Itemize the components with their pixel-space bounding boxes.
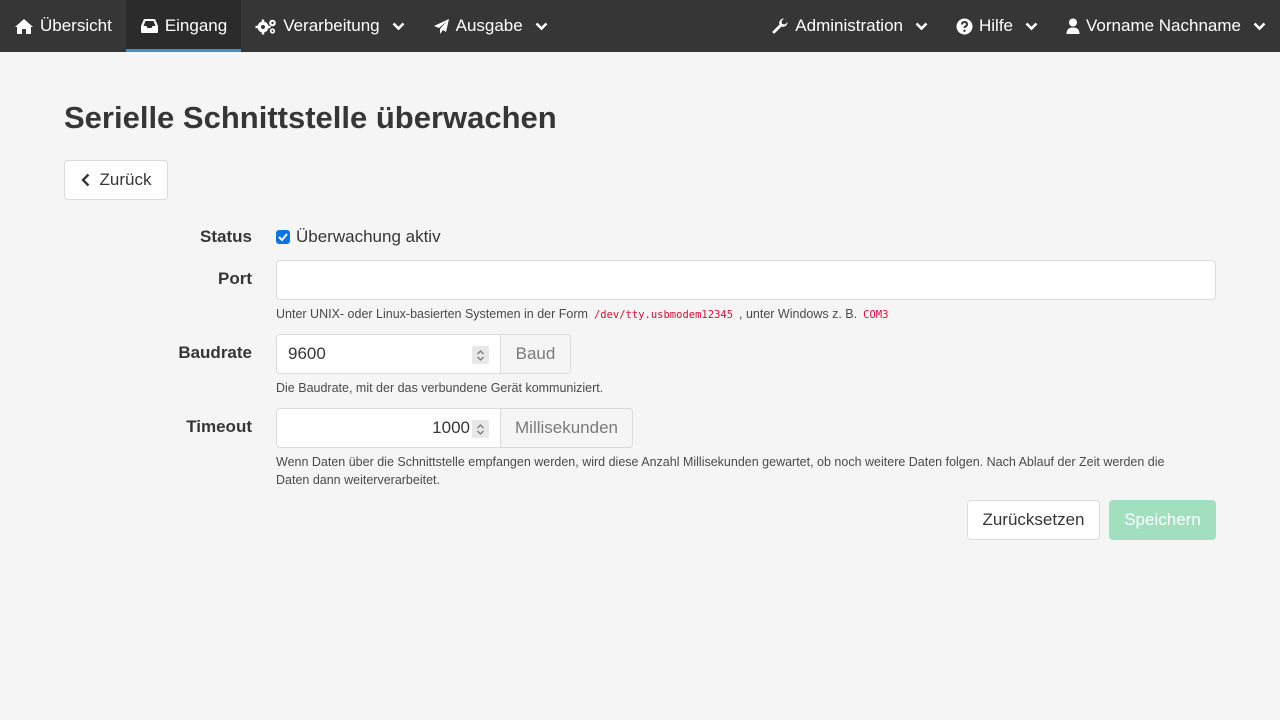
port-help-code-windows: COM3 — [863, 309, 889, 321]
back-button-label: Zurück — [99, 170, 152, 189]
baudrate-label: Baudrate — [178, 343, 252, 362]
home-icon — [15, 18, 33, 34]
nav-item-help[interactable]: Hilfe — [942, 0, 1052, 52]
nav-item-user[interactable]: Vorname Nachname — [1052, 0, 1280, 52]
chevron-down-icon — [1253, 22, 1266, 30]
timeout-label: Timeout — [186, 417, 252, 436]
nav-label-input: Eingang — [164, 16, 228, 35]
chevron-down-icon — [1025, 22, 1038, 30]
chevron-down-icon — [535, 22, 548, 30]
port-help-text: Unter UNIX- oder Linux-basierten Systeme… — [276, 305, 1196, 324]
paper-plane-icon — [433, 18, 449, 34]
baudrate-input[interactable]: 9600 — [276, 334, 501, 374]
port-help-code-unix: /dev/tty.usbmodem12345 — [593, 309, 734, 321]
user-icon — [1066, 18, 1080, 34]
baudrate-spinner[interactable] — [472, 346, 489, 364]
checkmark-icon — [278, 233, 288, 241]
baudrate-unit: Baud — [501, 334, 571, 374]
nav-label-overview: Übersicht — [40, 16, 112, 35]
nav-label-processing: Verarbeitung — [283, 16, 380, 35]
nav-label-user: Vorname Nachname — [1086, 16, 1241, 35]
timeout-input[interactable]: 1000 — [276, 408, 501, 448]
timeout-unit: Millisekunden — [501, 408, 633, 448]
spinner-arrows-icon — [477, 349, 484, 361]
chevron-down-icon — [392, 22, 405, 30]
nav-left: Übersicht Eingang Verarbeitung Ausgabe — [0, 0, 562, 52]
status-label: Status — [200, 227, 252, 246]
chevron-left-icon — [80, 173, 89, 187]
nav-item-administration[interactable]: Administration — [758, 0, 942, 52]
timeout-spinner[interactable] — [472, 420, 489, 438]
port-input[interactable] — [276, 260, 1216, 300]
port-label: Port — [218, 269, 252, 288]
reset-button[interactable]: Zurücksetzen — [967, 500, 1100, 540]
nav-item-processing[interactable]: Verarbeitung — [241, 0, 418, 52]
chevron-down-icon — [915, 22, 928, 30]
wrench-icon — [772, 17, 788, 33]
baudrate-help-text: Die Baudrate, mit der das verbundene Ger… — [276, 381, 604, 395]
page-title: Serielle Schnittstelle überwachen — [64, 100, 557, 135]
nav-item-output[interactable]: Ausgabe — [419, 0, 562, 52]
monitoring-active-label: Überwachung aktiv — [296, 227, 441, 246]
timeout-help-text: Wenn Daten über die Schnittstelle empfan… — [276, 455, 1165, 487]
timeout-value: 1000 — [432, 418, 470, 437]
nav-item-input[interactable]: Eingang — [125, 0, 242, 52]
top-navbar: Übersicht Eingang Verarbeitung Ausgabe A… — [0, 0, 1280, 52]
cogs-icon — [255, 19, 277, 34]
back-button[interactable]: Zurück — [64, 160, 168, 200]
monitoring-active-checkbox-row[interactable]: Überwachung aktiv — [276, 227, 441, 247]
nav-label-output: Ausgabe — [455, 16, 523, 35]
inbox-icon — [140, 19, 158, 33]
port-help-middle: , unter Windows z. B. — [739, 307, 858, 321]
nav-right: Administration Hilfe Vorname Nachname — [758, 0, 1280, 52]
monitoring-active-checkbox[interactable] — [276, 230, 290, 244]
nav-label-administration: Administration — [795, 16, 903, 35]
question-circle-icon — [956, 18, 973, 34]
spinner-arrows-icon — [477, 423, 484, 435]
save-button[interactable]: Speichern — [1109, 500, 1216, 540]
port-help-prefix: Unter UNIX- oder Linux-basierten Systeme… — [276, 307, 588, 321]
baudrate-value: 9600 — [288, 344, 326, 363]
nav-label-help: Hilfe — [979, 16, 1014, 35]
nav-item-overview[interactable]: Übersicht — [0, 0, 126, 52]
